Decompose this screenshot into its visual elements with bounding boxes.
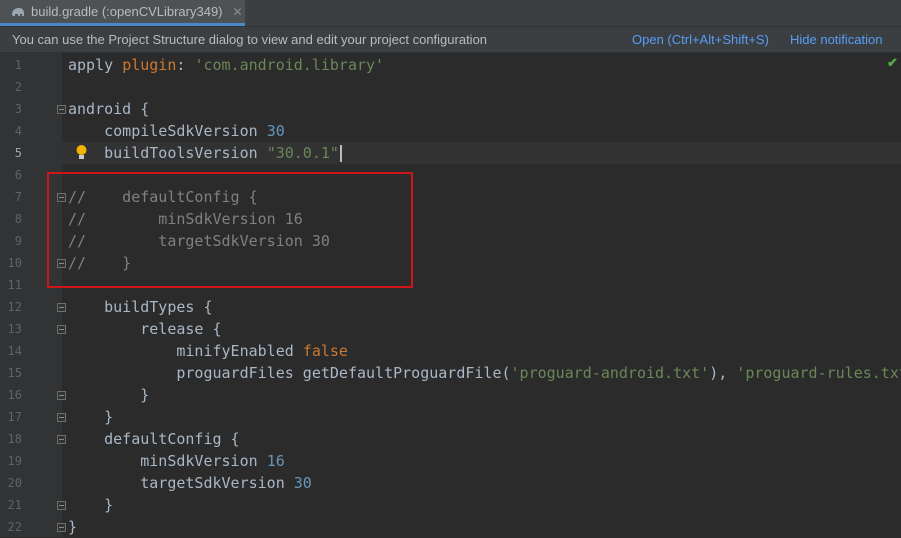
code-token: release {	[68, 320, 222, 338]
tab-title: build.gradle (:openCVLibrary349)	[31, 4, 223, 19]
code-token: proguardFiles getDefaultProguardFile(	[68, 364, 511, 382]
code-token: android {	[68, 100, 150, 118]
line-number: 2	[14, 80, 22, 94]
line-number: 12	[7, 300, 22, 314]
line-number: 22	[7, 520, 22, 534]
code-line[interactable]: }	[68, 494, 113, 516]
code-token: }	[68, 408, 114, 426]
code-line[interactable]: }	[68, 406, 113, 428]
code-token: ),	[709, 364, 737, 382]
line-number: 7	[14, 190, 22, 204]
notification-message: You can use the Project Structure dialog…	[12, 32, 488, 47]
lightbulb-icon[interactable]	[75, 144, 88, 162]
code-line[interactable]: defaultConfig {	[68, 428, 240, 450]
gradle-elephant-icon	[11, 5, 25, 19]
code-token: 16	[266, 452, 285, 470]
code-token: apply	[68, 56, 123, 74]
line-number: 5	[14, 146, 22, 160]
close-tab-icon[interactable]: ✕	[233, 5, 243, 19]
code-line[interactable]: minifyEnabled false	[68, 340, 348, 362]
code-token: targetSdkVersion	[68, 474, 294, 492]
code-token: }	[68, 496, 114, 514]
code-line[interactable]: android {	[68, 98, 149, 120]
code-token: minifyEnabled	[68, 342, 303, 360]
code-line[interactable]: minSdkVersion 16	[68, 450, 285, 472]
code-token: minSdkVersion	[68, 452, 267, 470]
editor-tab-bar: build.gradle (:openCVLibrary349) ✕	[0, 0, 901, 27]
code-token: buildToolsVersion	[68, 144, 267, 162]
line-number: 13	[7, 322, 22, 336]
line-number: 21	[7, 498, 22, 512]
code-token: }	[68, 518, 78, 536]
code-token: plugin	[122, 56, 177, 74]
line-number: 8	[14, 212, 22, 226]
code-line[interactable]: release {	[68, 318, 222, 340]
code-token: compileSdkVersion	[68, 122, 267, 140]
line-number: 1	[14, 58, 22, 72]
code-line[interactable]: targetSdkVersion 30	[68, 472, 312, 494]
line-number: 14	[7, 344, 22, 358]
line-number: 20	[7, 476, 22, 490]
line-number: 18	[7, 432, 22, 446]
code-token: 'com.android.library'	[194, 56, 385, 74]
code-token: "30.0.1"	[266, 144, 339, 162]
notification-bar: You can use the Project Structure dialog…	[0, 27, 901, 53]
code-token: :	[176, 56, 195, 74]
code-token: 30	[293, 474, 312, 492]
line-number: 9	[14, 234, 22, 248]
code-line[interactable]: compileSdkVersion 30	[68, 120, 285, 142]
code-line[interactable]: buildTypes {	[68, 296, 213, 318]
code-line[interactable]: }	[68, 384, 149, 406]
code-line[interactable]: apply plugin: 'com.android.library'	[68, 54, 384, 76]
code-line[interactable]: }	[68, 516, 77, 537]
code-token: 30	[266, 122, 285, 140]
line-number-gutter[interactable]: 1 2 3 4 5 6 7 8 9 10 11 12 13 14 15 16 17 18 19 20 21 22	[0, 53, 66, 537]
code-token: 'proguard-rules.txt'	[736, 364, 901, 382]
hide-notification-link[interactable]: Hide notification	[790, 32, 883, 47]
tab-build-gradle[interactable]: build.gradle (:openCVLibrary349) ✕	[0, 0, 245, 26]
annotation-highlight-box	[47, 172, 413, 288]
text-caret	[339, 145, 342, 162]
line-number: 6	[14, 168, 22, 182]
code-editor[interactable]: apply plugin: 'com.android.library' andro…	[62, 53, 901, 537]
line-number: 16	[7, 388, 22, 402]
open-project-structure-link[interactable]: Open (Ctrl+Alt+Shift+S)	[632, 32, 769, 47]
code-token: }	[68, 386, 150, 404]
line-number: 3	[14, 102, 22, 116]
line-number: 15	[7, 366, 22, 380]
inspection-ok-icon: ✔	[887, 55, 898, 70]
line-number: 17	[7, 410, 22, 424]
code-token: false	[302, 342, 348, 360]
code-token: buildTypes {	[68, 298, 213, 316]
line-number: 4	[14, 124, 22, 138]
code-token: 'proguard-android.txt'	[510, 364, 710, 382]
line-number: 11	[7, 278, 22, 292]
code-line[interactable]: proguardFiles getDefaultProguardFile('pr…	[68, 362, 901, 384]
line-number: 19	[7, 454, 22, 468]
code-token: defaultConfig {	[68, 430, 240, 448]
code-line[interactable]: buildToolsVersion "30.0.1"	[62, 142, 901, 164]
line-number: 10	[7, 256, 22, 270]
